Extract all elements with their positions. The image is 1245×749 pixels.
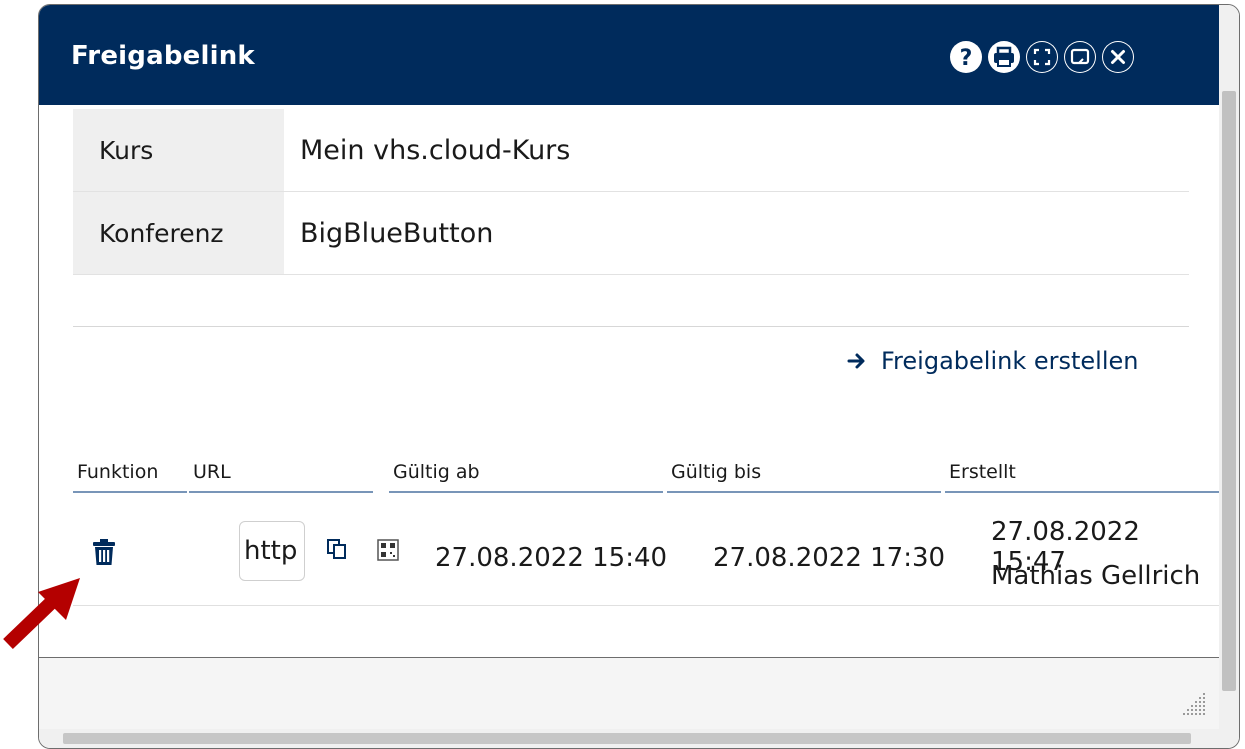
column-header-created[interactable]: Erstellt	[945, 461, 1223, 493]
annotation-arrow-icon	[0, 574, 90, 658]
course-value: Mein vhs.cloud-Kurs	[300, 134, 571, 166]
vertical-scrollbar[interactable]	[1219, 5, 1239, 748]
horizontal-scrollbar[interactable]	[39, 729, 1219, 748]
qr-code-icon[interactable]	[377, 539, 399, 565]
dialog-footer	[39, 658, 1219, 729]
vertical-scrollbar-thumb[interactable]	[1222, 91, 1236, 691]
share-link-dialog: Freigabelink ? Kurs Mein vhs.cloud-Kurs	[38, 4, 1240, 749]
copy-icon[interactable]	[327, 539, 347, 563]
window-icon[interactable]	[1064, 41, 1096, 73]
divider	[73, 326, 1189, 327]
close-icon[interactable]	[1102, 41, 1134, 73]
share-url-field[interactable]: http	[239, 521, 305, 581]
create-share-link-button[interactable]: Freigabelink erstellen	[847, 347, 1138, 375]
create-share-link-label: Freigabelink erstellen	[881, 347, 1139, 375]
conference-label: Konferenz	[73, 192, 284, 274]
svg-text:?: ?	[960, 46, 973, 71]
course-info-table: Kurs Mein vhs.cloud-Kurs Konferenz BigBl…	[73, 109, 1189, 275]
column-header-valid-from[interactable]: Gültig ab	[389, 461, 663, 493]
trash-icon[interactable]	[93, 539, 115, 569]
fullscreen-icon[interactable]	[1026, 41, 1058, 73]
table-header: Funktion URL Gültig ab Gültig bis Erstel…	[39, 461, 1223, 497]
dialog-titlebar[interactable]: Freigabelink ?	[39, 5, 1219, 105]
column-header-url[interactable]: URL	[189, 461, 373, 493]
column-header-function[interactable]: Funktion	[73, 461, 187, 493]
course-label: Kurs	[73, 109, 284, 191]
conference-value: BigBlueButton	[300, 217, 494, 249]
created-by-value: Mathias Gellrich	[991, 561, 1201, 591]
horizontal-scrollbar-thumb[interactable]	[63, 733, 1191, 744]
valid-to-value: 27.08.2022 17:30	[713, 543, 946, 573]
info-row-course: Kurs Mein vhs.cloud-Kurs	[73, 109, 1189, 192]
resize-grip-icon[interactable]	[1177, 691, 1207, 725]
print-icon[interactable]	[988, 41, 1020, 73]
help-icon[interactable]: ?	[950, 41, 982, 73]
dialog-title: Freigabelink	[71, 41, 255, 71]
valid-from-value: 27.08.2022 15:40	[435, 543, 668, 573]
table-row: http 27.08.2022 15:40 27.08.2022 17:30 2…	[73, 497, 1219, 606]
column-header-valid-to[interactable]: Gültig bis	[667, 461, 941, 493]
arrow-right-icon	[847, 352, 867, 370]
info-row-conference: Konferenz BigBlueButton	[73, 192, 1189, 275]
